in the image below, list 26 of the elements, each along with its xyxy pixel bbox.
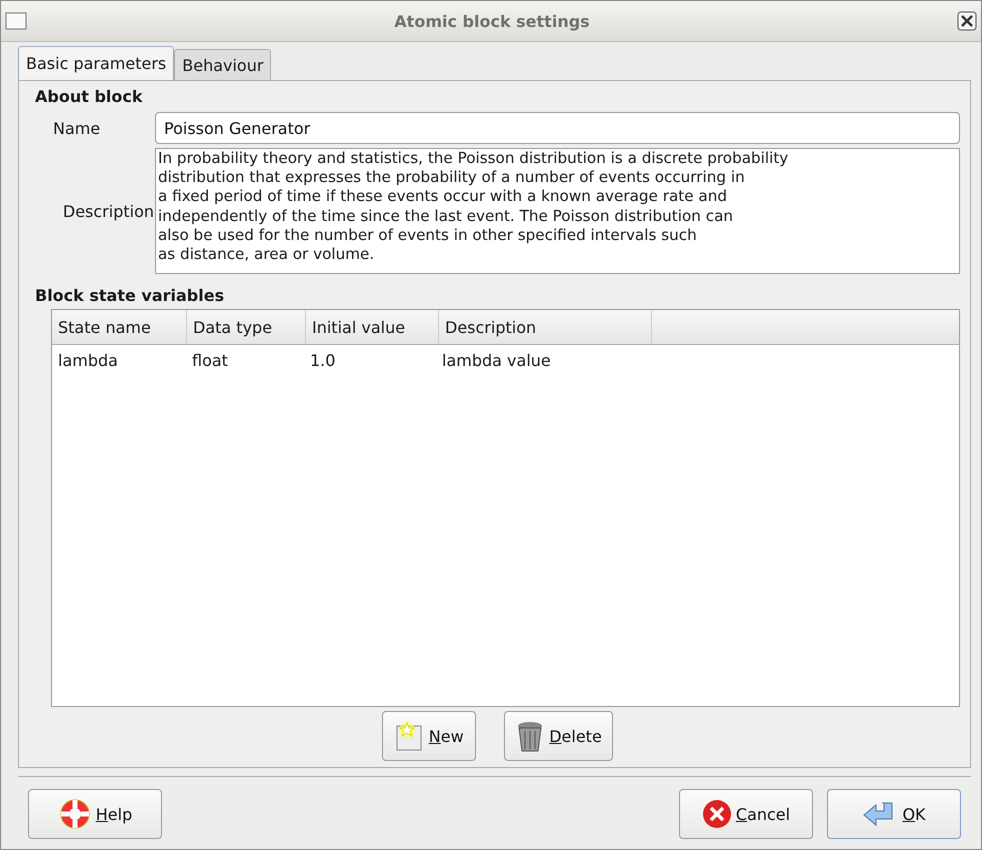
field-label: Description — [62, 202, 155, 220]
column-header[interactable]: Initial value — [306, 310, 439, 344]
description-field[interactable]: In probability theory and statistics, the Poisson distribution is a discrete probability distribution that expresses the probability of a number of events occurring in a fixed period of time if these events occur with a known average rate and independently of the time since the last event. The Poisson distribution can also be used for the number of events in other specified intervals such as distance, area or volume. — [155, 148, 960, 274]
close-icon[interactable] — [957, 11, 977, 31]
table-cell-text: lambda — [57, 350, 119, 372]
help-button[interactable]: Help — [28, 789, 162, 839]
window-title: Atomic block settings — [393, 12, 591, 30]
name-field[interactable]: Poisson Generator — [155, 112, 960, 144]
field-label: Name — [52, 118, 102, 138]
table-cell-text: 1.0 — [309, 350, 336, 372]
new-button[interactable]: New — [382, 711, 476, 761]
lifebuoy-icon — [58, 797, 92, 831]
cancel-button[interactable]: Cancel — [679, 789, 813, 839]
cancel-icon — [702, 799, 732, 829]
column-header[interactable]: Data type — [187, 310, 306, 344]
column-header[interactable]: Description — [439, 310, 652, 344]
tab[interactable]: Behaviour — [174, 49, 272, 80]
section-heading: About block — [35, 87, 144, 106]
window-menu-icon[interactable] — [5, 12, 27, 30]
ok-button[interactable]: OK — [827, 789, 961, 839]
section-heading: Block state variables — [35, 286, 226, 305]
tab[interactable]: Basic parameters — [18, 46, 174, 80]
table-cell-text: float — [191, 350, 229, 372]
table-cell-text: lambda value — [441, 350, 552, 372]
delete-button[interactable]: Delete — [504, 711, 613, 761]
column-header[interactable]: State name — [52, 310, 187, 344]
